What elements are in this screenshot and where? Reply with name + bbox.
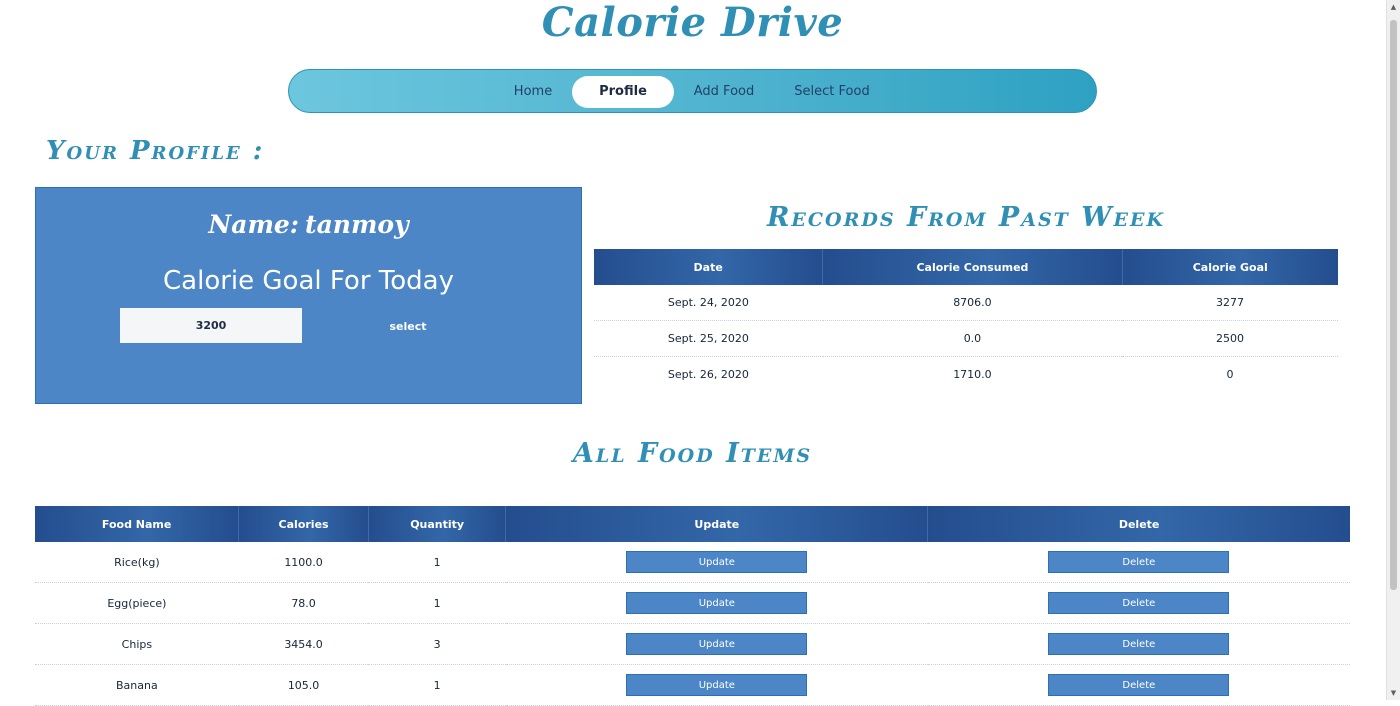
record-calorie-consumed: 0.0 <box>822 320 1123 357</box>
food-items-table: Food Name Calories Quantity Update Delet… <box>35 506 1350 706</box>
food-calories: 1100.0 <box>238 542 369 583</box>
table-row: Sept. 25, 2020 0.0 2500 <box>594 320 1338 357</box>
page-scrollbar[interactable]: ▲ ▼ <box>1386 0 1400 700</box>
table-row: Sept. 24, 2020 8706.0 3277 <box>594 285 1338 321</box>
food-calories: 3454.0 <box>238 623 369 665</box>
records-heading: Records From Past Week <box>766 202 1166 233</box>
record-calorie-goal: 3277 <box>1122 285 1338 321</box>
scroll-down-icon[interactable]: ▼ <box>1387 686 1400 700</box>
records-header-calorie-consumed: Calorie Consumed <box>822 249 1123 285</box>
foods-header-name: Food Name <box>35 506 240 542</box>
app-title: Calorie Drive <box>541 0 844 46</box>
profile-name: Name: tanmoy <box>36 210 581 239</box>
scroll-up-icon[interactable]: ▲ <box>1387 0 1400 14</box>
food-quantity: 3 <box>368 623 506 665</box>
navbar: Home Profile Add Food Select Food <box>288 69 1097 113</box>
scrollbar-thumb[interactable] <box>1390 20 1397 590</box>
record-calorie-consumed: 8706.0 <box>822 285 1123 321</box>
delete-button[interactable]: Delete <box>1048 551 1230 573</box>
records-header-date: Date <box>594 249 824 285</box>
profile-card: Name:tanmoy Calorie Goal For Today selec… <box>35 187 582 404</box>
food-calories: 78.0 <box>238 582 369 624</box>
record-calorie-goal: 2500 <box>1122 320 1338 357</box>
food-name: Egg(piece) <box>35 582 239 624</box>
delete-button[interactable]: Delete <box>1048 674 1230 696</box>
profile-name-value: tanmoy <box>305 210 409 239</box>
table-row: Banana 105.0 1 Update Delete <box>35 664 1350 706</box>
update-button[interactable]: Update <box>626 633 808 655</box>
profile-name-label: Name: <box>208 210 300 239</box>
food-quantity: 1 <box>368 664 506 706</box>
foods-header-update: Update <box>505 506 929 542</box>
foods-header-quantity: Quantity <box>368 506 507 542</box>
table-row: Egg(piece) 78.0 1 Update Delete <box>35 582 1350 624</box>
food-quantity: 1 <box>368 582 506 624</box>
food-items-heading: All Food Items <box>572 438 813 469</box>
table-row: Rice(kg) 1100.0 1 Update Delete <box>35 542 1350 583</box>
nav-add-food[interactable]: Add Food <box>684 76 764 108</box>
records-table: Date Calorie Consumed Calorie Goal Sept.… <box>594 249 1338 392</box>
delete-button[interactable]: Delete <box>1048 633 1230 655</box>
food-calories: 105.0 <box>238 664 369 706</box>
food-name: Chips <box>35 623 239 665</box>
records-header-calorie-goal: Calorie Goal <box>1122 249 1338 285</box>
delete-button[interactable]: Delete <box>1048 592 1230 614</box>
calorie-goal-select-button[interactable]: select <box>318 318 498 336</box>
calorie-goal-input[interactable] <box>120 308 302 343</box>
record-date: Sept. 25, 2020 <box>594 320 823 357</box>
record-date: Sept. 26, 2020 <box>667 368 749 381</box>
update-button[interactable]: Update <box>626 674 808 696</box>
foods-header-delete: Delete <box>927 506 1350 542</box>
food-quantity: 1 <box>368 542 506 583</box>
foods-header-calories: Calories <box>238 506 369 542</box>
nav-home[interactable]: Home <box>498 76 568 108</box>
food-name: Banana <box>35 664 239 706</box>
record-date: Sept. 24, 2020 <box>594 285 823 321</box>
nav-profile[interactable]: Profile <box>572 76 674 108</box>
record-calorie-consumed: 1710.0 <box>953 368 992 381</box>
profile-heading: Your Profile : <box>46 136 265 166</box>
table-row: Sept. 26, 2020 1710.0 0 <box>594 357 1338 393</box>
table-row: Chips 3454.0 3 Update Delete <box>35 623 1350 665</box>
nav-select-food[interactable]: Select Food <box>786 76 878 108</box>
calorie-goal-title: Calorie Goal For Today <box>163 266 454 296</box>
record-calorie-goal: 0 <box>1226 368 1234 381</box>
update-button[interactable]: Update <box>626 592 808 614</box>
update-button[interactable]: Update <box>626 551 808 573</box>
food-name: Rice(kg) <box>35 542 239 583</box>
